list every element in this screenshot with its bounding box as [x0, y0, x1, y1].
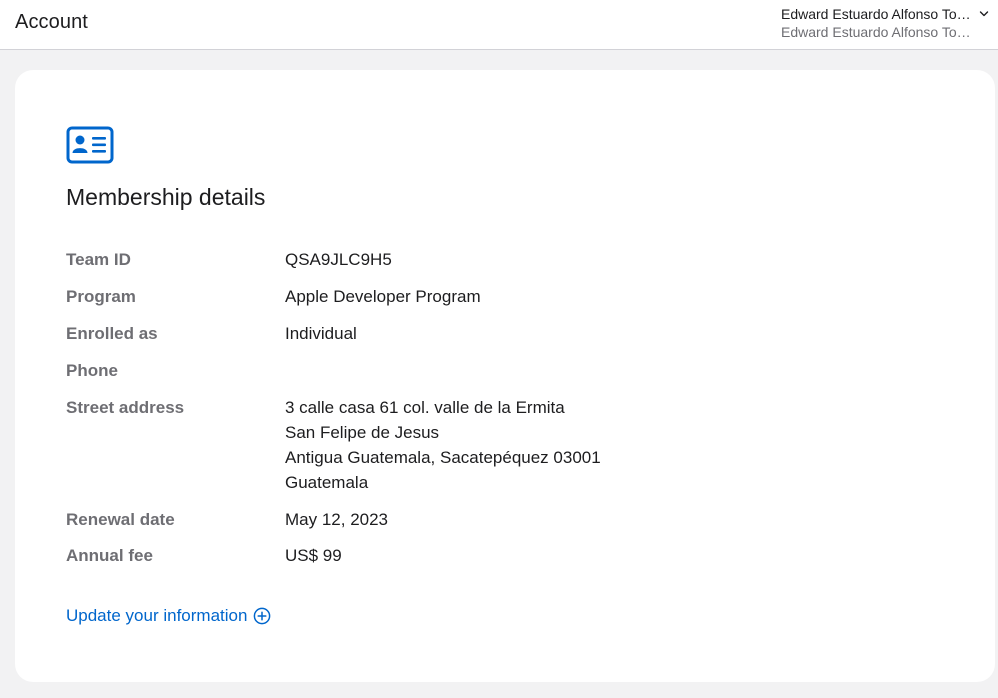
id-card-icon — [66, 126, 114, 164]
address-line: San Felipe de Jesus — [285, 423, 440, 442]
annual-fee-value: US$ 99 — [285, 546, 342, 565]
renewal-date-value: May 12, 2023 — [285, 510, 389, 529]
address-line: 3 calle casa 61 col. valle de la Ermita — [285, 398, 565, 417]
street-address-value: 3 calle casa 61 col. valle de la Ermita … — [285, 395, 785, 495]
program-value: Apple Developer Program — [285, 287, 481, 306]
renewal-date-label: Renewal date — [66, 510, 175, 529]
team-id-label: Team ID — [66, 250, 131, 269]
top-bar: Account Edward Estuardo Alfonso Torres E… — [0, 0, 998, 50]
membership-details-title: Membership details — [66, 184, 266, 210]
account-menu-button[interactable]: Edward Estuardo Alfonso Torres Edward Es… — [781, 5, 993, 45]
address-line: Guatemala — [285, 473, 369, 492]
membership-card: Membership details Team ID QSA9JLC9H5 Pr… — [15, 70, 995, 682]
address-line: Antigua Guatemala, Sacatepéquez 03001 — [285, 448, 601, 467]
account-name: Edward Estuardo Alfonso Torres — [781, 6, 973, 22]
account-subtitle: Edward Estuardo Alfonso Torres — [781, 24, 973, 40]
team-id-value: QSA9JLC9H5 — [285, 250, 392, 269]
street-address-label: Street address — [66, 398, 185, 417]
page-title: Account — [15, 11, 88, 33]
update-information-label: Update your information — [66, 606, 248, 625]
enrolled-as-label: Enrolled as — [66, 324, 158, 343]
enrolled-as-value: Individual — [285, 324, 357, 343]
chevron-down-icon — [979, 11, 989, 17]
program-label: Program — [66, 287, 136, 306]
phone-label: Phone — [66, 361, 118, 380]
annual-fee-label: Annual fee — [66, 546, 153, 565]
plus-circle-icon — [254, 607, 271, 625]
update-information-link[interactable]: Update your information — [66, 606, 271, 626]
